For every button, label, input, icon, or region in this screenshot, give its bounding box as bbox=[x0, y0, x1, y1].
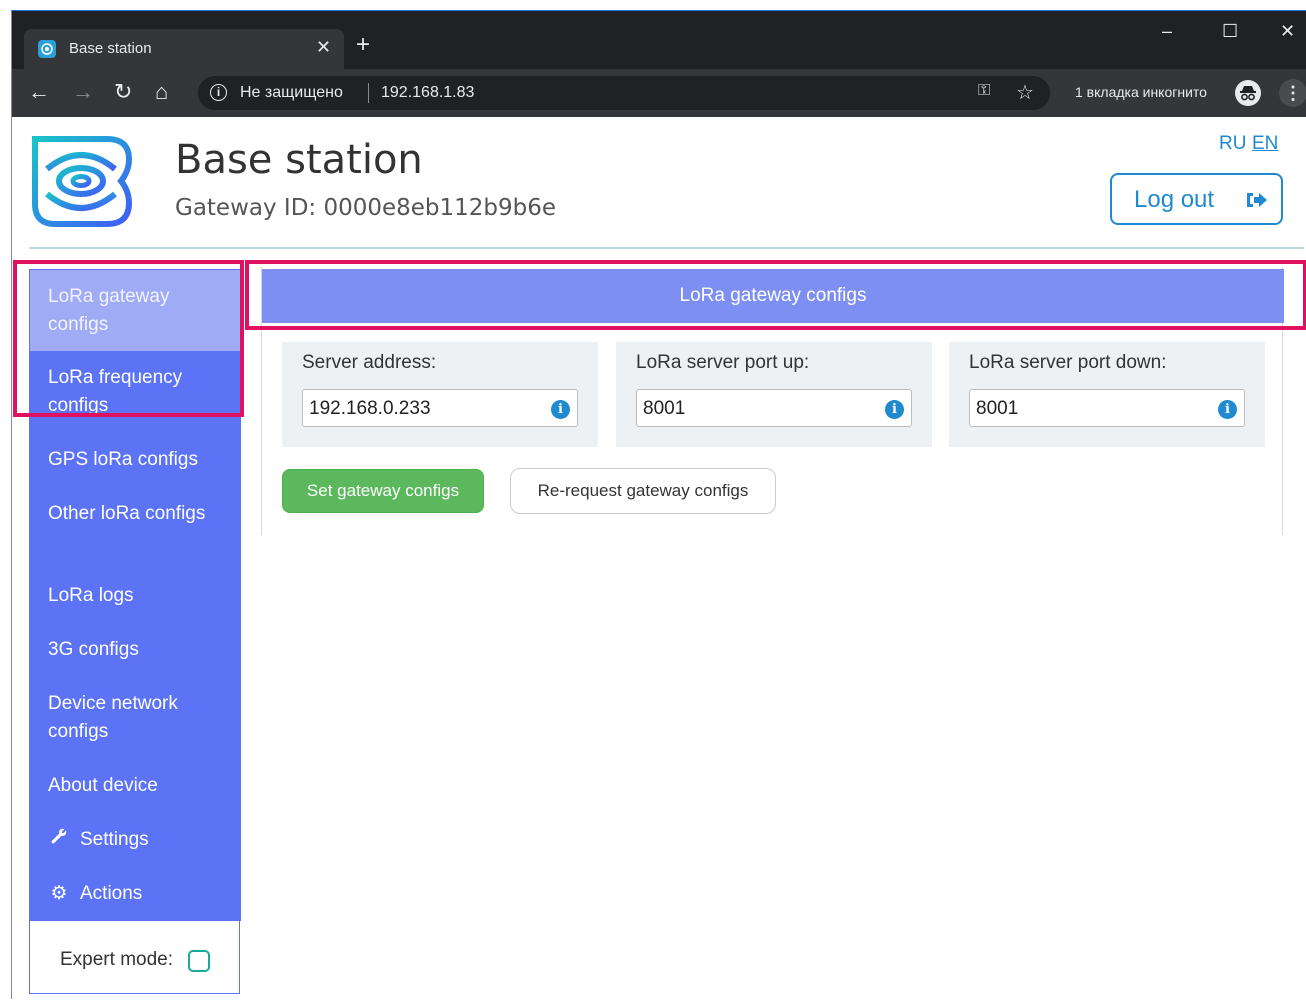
browser-tab[interactable]: Base station ✕ bbox=[24, 29, 344, 69]
address-separator bbox=[368, 83, 369, 103]
forward-arrow-icon[interactable]: → bbox=[72, 81, 94, 103]
lang-ru-link[interactable]: RU bbox=[1219, 133, 1246, 155]
home-icon[interactable]: ⌂ bbox=[155, 81, 168, 103]
sidebar-item-lora-logs[interactable]: LoRa logs bbox=[30, 569, 241, 623]
back-arrow-icon[interactable]: ← bbox=[28, 81, 50, 103]
gateway-id: Gateway ID: 0000e8eb112b9b6e bbox=[175, 195, 557, 221]
port-up-card: LoRa server port up: 8001 i bbox=[616, 342, 932, 447]
info-icon[interactable]: i bbox=[885, 400, 904, 419]
rerequest-gateway-configs-button[interactable]: Re-request gateway configs bbox=[510, 468, 776, 514]
expert-mode-checkbox[interactable] bbox=[188, 950, 210, 972]
gear-icon: ⚙ bbox=[50, 883, 68, 904]
wrench-icon bbox=[48, 826, 70, 854]
url-text[interactable]: 192.168.1.83 bbox=[381, 84, 474, 102]
server-address-card: Server address: 192.168.0.233 i bbox=[282, 342, 598, 447]
security-status: Не защищено bbox=[240, 84, 343, 101]
port-up-value: 8001 bbox=[643, 398, 686, 419]
bookmark-star-icon[interactable]: ☆ bbox=[1016, 80, 1034, 105]
address-bar[interactable]: i Не защищено 192.168.1.83 ⚿ ☆ bbox=[198, 76, 1050, 110]
sidebar-item-about-device[interactable]: About device bbox=[30, 759, 241, 813]
port-down-label: LoRa server port down: bbox=[969, 352, 1167, 373]
tab-title: Base station bbox=[69, 40, 152, 57]
incognito-label: 1 вкладка инкогнито bbox=[1075, 84, 1207, 100]
browser-window: Base station ✕ + – ☐ ✕ ← → ↻ ⌂ i Не защи… bbox=[11, 10, 1306, 1000]
highlight-box-sidebar bbox=[13, 260, 244, 417]
minimize-button[interactable]: – bbox=[1162, 21, 1172, 42]
port-down-value: 8001 bbox=[976, 398, 1019, 419]
sidebar-item-label: Device network configs bbox=[48, 693, 178, 742]
highlight-box-header bbox=[245, 260, 1306, 330]
sidebar-item-label: Other loRa configs bbox=[48, 503, 206, 524]
tab-close-icon[interactable]: ✕ bbox=[316, 37, 331, 58]
sidebar-item-3g-configs[interactable]: 3G configs bbox=[30, 623, 241, 677]
lang-en-link[interactable]: EN bbox=[1252, 133, 1278, 155]
maximize-button[interactable]: ☐ bbox=[1222, 21, 1238, 42]
reload-icon[interactable]: ↻ bbox=[114, 81, 132, 103]
server-address-value: 192.168.0.233 bbox=[309, 398, 431, 419]
sidebar-item-label: 3G configs bbox=[48, 639, 139, 660]
expert-mode-label: Expert mode: bbox=[60, 949, 173, 970]
sidebar-item-label: LoRa logs bbox=[48, 585, 134, 606]
logout-label: Log out bbox=[1134, 186, 1215, 213]
port-down-input[interactable]: 8001 i bbox=[969, 389, 1245, 427]
port-down-card: LoRa server port down: 8001 i bbox=[949, 342, 1265, 447]
info-icon[interactable]: i bbox=[1218, 400, 1237, 419]
incognito-icon[interactable] bbox=[1235, 80, 1261, 106]
page-content: Base station Gateway ID: 0000e8eb112b9b6… bbox=[12, 117, 1306, 1000]
sidebar-item-actions[interactable]: ⚙ Actions bbox=[30, 867, 241, 921]
sidebar-item-other-lora-configs[interactable]: Other loRa configs bbox=[30, 487, 241, 569]
page-title: Base station bbox=[175, 137, 423, 183]
sidebar-item-label: Actions bbox=[80, 883, 143, 904]
sidebar-item-label: Settings bbox=[80, 829, 149, 850]
sidebar-item-label: About device bbox=[48, 775, 158, 796]
port-up-label: LoRa server port up: bbox=[636, 352, 810, 373]
expert-mode: Expert mode: bbox=[30, 929, 239, 993]
sidebar-item-label: GPS loRa configs bbox=[48, 449, 198, 470]
sidebar-item-gps-lora-configs[interactable]: GPS loRa configs bbox=[30, 433, 241, 487]
sidebar-item-device-network-configs[interactable]: Device network configs bbox=[30, 677, 241, 759]
port-up-input[interactable]: 8001 i bbox=[636, 389, 912, 427]
close-window-button[interactable]: ✕ bbox=[1280, 21, 1295, 42]
server-address-label: Server address: bbox=[302, 352, 437, 373]
site-favicon-icon bbox=[38, 40, 56, 58]
base-station-logo bbox=[29, 135, 133, 228]
title-bar: Base station ✕ + – ☐ ✕ bbox=[12, 11, 1306, 69]
browser-menu-icon[interactable]: ⋮ bbox=[1279, 79, 1306, 107]
server-address-input[interactable]: 192.168.0.233 i bbox=[302, 389, 578, 427]
browser-toolbar: ← → ↻ ⌂ i Не защищено 192.168.1.83 ⚿ ☆ 1… bbox=[12, 69, 1306, 117]
sign-out-icon bbox=[1246, 189, 1268, 209]
set-gateway-configs-button[interactable]: Set gateway configs bbox=[282, 469, 484, 513]
new-tab-button[interactable]: + bbox=[356, 33, 370, 57]
key-icon[interactable]: ⚿ bbox=[978, 82, 990, 100]
sidebar-item-settings[interactable]: Settings bbox=[30, 813, 241, 867]
logout-button[interactable]: Log out bbox=[1110, 173, 1283, 225]
info-icon[interactable]: i bbox=[551, 400, 570, 419]
site-info-icon[interactable]: i bbox=[210, 84, 227, 101]
header-divider bbox=[29, 247, 1304, 249]
